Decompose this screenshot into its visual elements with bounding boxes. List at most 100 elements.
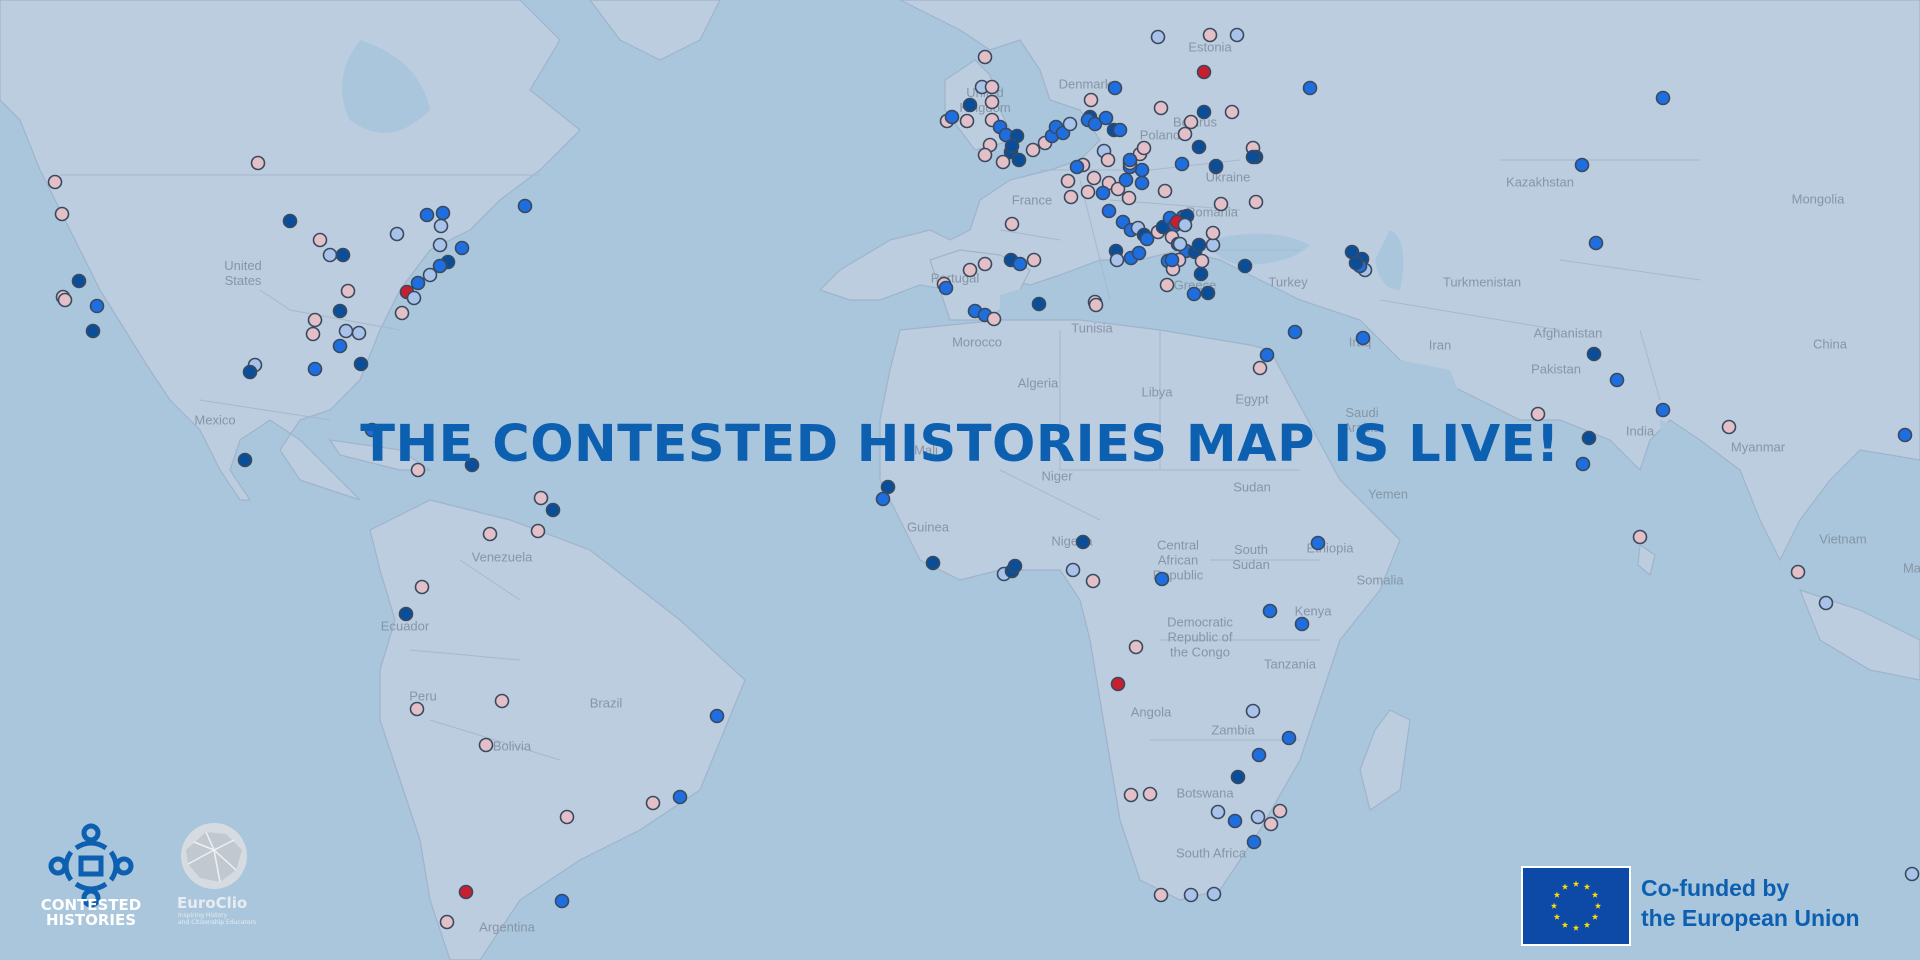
map-marker[interactable]: [559, 809, 575, 825]
map-marker[interactable]: [410, 275, 426, 291]
map-marker[interactable]: [335, 247, 351, 263]
map-marker[interactable]: [458, 884, 474, 900]
map-marker[interactable]: [1177, 217, 1193, 233]
map-marker[interactable]: [1011, 152, 1027, 168]
map-marker[interactable]: [1294, 616, 1310, 632]
map-marker[interactable]: [1263, 816, 1279, 832]
map-marker[interactable]: [1574, 157, 1590, 173]
map-marker[interactable]: [938, 280, 954, 296]
map-marker[interactable]: [338, 323, 354, 339]
map-marker[interactable]: [432, 237, 448, 253]
map-stage[interactable]: EstoniaDenmarkUnitedKingdomBelarusPoland…: [0, 0, 1920, 960]
map-marker[interactable]: [944, 109, 960, 125]
map-marker[interactable]: [1281, 730, 1297, 746]
map-marker[interactable]: [1123, 787, 1139, 803]
map-marker[interactable]: [1193, 266, 1209, 282]
map-marker[interactable]: [1101, 203, 1117, 219]
map-marker[interactable]: [312, 232, 328, 248]
map-marker[interactable]: [1100, 152, 1116, 168]
map-marker[interactable]: [1065, 562, 1081, 578]
map-marker[interactable]: [85, 323, 101, 339]
map-marker[interactable]: [398, 606, 414, 622]
map-marker[interactable]: [984, 79, 1000, 95]
map-marker[interactable]: [1202, 27, 1218, 43]
map-marker[interactable]: [1259, 347, 1275, 363]
map-marker[interactable]: [1172, 236, 1188, 252]
map-marker[interactable]: [394, 305, 410, 321]
map-marker[interactable]: [1153, 100, 1169, 116]
map-marker[interactable]: [1588, 235, 1604, 251]
map-marker[interactable]: [1194, 253, 1210, 269]
map-marker[interactable]: [875, 491, 891, 507]
map-marker[interactable]: [1095, 185, 1111, 201]
map-marker[interactable]: [422, 267, 438, 283]
map-marker[interactable]: [351, 325, 367, 341]
map-marker[interactable]: [406, 290, 422, 306]
map-marker[interactable]: [995, 154, 1011, 170]
map-marker[interactable]: [1164, 252, 1180, 268]
map-marker[interactable]: [389, 226, 405, 242]
map-marker[interactable]: [1355, 330, 1371, 346]
map-marker[interactable]: [1191, 237, 1207, 253]
map-marker[interactable]: [986, 311, 1002, 327]
map-marker[interactable]: [1183, 887, 1199, 903]
map-marker[interactable]: [959, 113, 975, 129]
map-marker[interactable]: [1224, 104, 1240, 120]
map-marker[interactable]: [305, 326, 321, 342]
map-marker[interactable]: [340, 283, 356, 299]
map-marker[interactable]: [1632, 529, 1648, 545]
map-marker[interactable]: [478, 737, 494, 753]
map-marker[interactable]: [1205, 237, 1221, 253]
map-marker[interactable]: [1080, 184, 1096, 200]
map-marker[interactable]: [1153, 887, 1169, 903]
map-marker[interactable]: [439, 914, 455, 930]
map-marker[interactable]: [1026, 252, 1042, 268]
map-marker[interactable]: [1818, 595, 1834, 611]
map-marker[interactable]: [1609, 372, 1625, 388]
map-marker[interactable]: [494, 693, 510, 709]
map-marker[interactable]: [1062, 116, 1078, 132]
map-marker[interactable]: [1262, 603, 1278, 619]
map-marker[interactable]: [1210, 804, 1226, 820]
map-marker[interactable]: [1237, 258, 1253, 274]
map-marker[interactable]: [1069, 159, 1085, 175]
map-marker[interactable]: [1118, 172, 1134, 188]
map-marker[interactable]: [977, 256, 993, 272]
map-marker[interactable]: [409, 701, 425, 717]
map-marker[interactable]: [89, 298, 105, 314]
map-marker[interactable]: [1248, 194, 1264, 210]
map-marker[interactable]: [1109, 252, 1125, 268]
map-marker[interactable]: [1230, 769, 1246, 785]
map-marker[interactable]: [1157, 183, 1173, 199]
map-marker[interactable]: [1191, 139, 1207, 155]
map-marker[interactable]: [1245, 703, 1261, 719]
map-marker[interactable]: [1227, 813, 1243, 829]
map-marker[interactable]: [1196, 104, 1212, 120]
map-marker[interactable]: [984, 94, 1000, 110]
map-marker[interactable]: [1088, 297, 1104, 313]
map-marker[interactable]: [1098, 110, 1114, 126]
map-marker[interactable]: [1183, 114, 1199, 130]
map-marker[interactable]: [1159, 277, 1175, 293]
map-marker[interactable]: [1025, 142, 1041, 158]
map-marker[interactable]: [454, 240, 470, 256]
map-marker[interactable]: [709, 708, 725, 724]
map-marker[interactable]: [533, 490, 549, 506]
map-marker[interactable]: [1287, 324, 1303, 340]
map-marker[interactable]: [962, 97, 978, 113]
map-marker[interactable]: [307, 312, 323, 328]
map-marker[interactable]: [419, 207, 435, 223]
map-marker[interactable]: [1110, 676, 1126, 692]
map-marker[interactable]: [242, 364, 258, 380]
map-marker[interactable]: [1251, 747, 1267, 763]
map-marker[interactable]: [1007, 558, 1023, 574]
map-marker[interactable]: [1200, 285, 1216, 301]
map-marker[interactable]: [1310, 535, 1326, 551]
map-marker[interactable]: [1245, 149, 1261, 165]
map-marker[interactable]: [1186, 286, 1202, 302]
map-marker[interactable]: [1134, 162, 1150, 178]
map-marker[interactable]: [1063, 189, 1079, 205]
map-marker[interactable]: [332, 338, 348, 354]
map-marker[interactable]: [530, 523, 546, 539]
map-marker[interactable]: [433, 218, 449, 234]
